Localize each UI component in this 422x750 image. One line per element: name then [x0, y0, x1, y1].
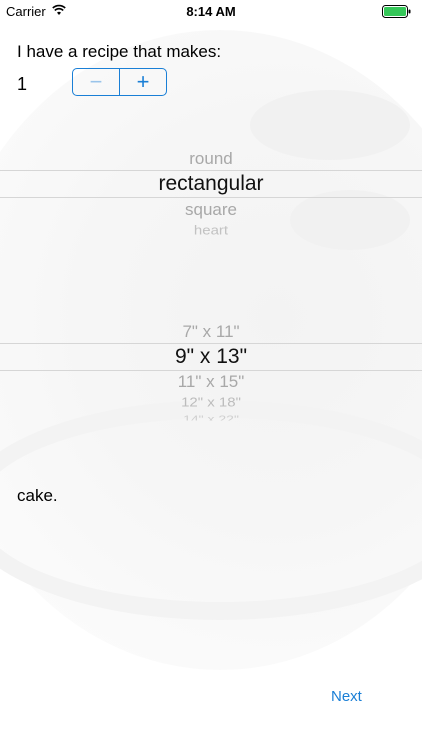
- screen: Carrier 8:14 AM I have a recipe that mak…: [0, 0, 422, 750]
- size-option-selected[interactable]: 9" x 13": [0, 345, 422, 369]
- battery-icon: [382, 5, 411, 18]
- decrement-button[interactable]: −: [73, 69, 119, 95]
- picker-selection-line: [0, 370, 422, 371]
- recipe-count: 1: [17, 74, 28, 94]
- picker-selection-line: [0, 197, 422, 198]
- picker-selection-line: [0, 170, 422, 171]
- shape-option-selected[interactable]: rectangular: [0, 172, 422, 196]
- size-option[interactable]: 14" x 22": [0, 414, 422, 421]
- status-time: 8:14 AM: [186, 4, 236, 19]
- size-option[interactable]: 12" x 18": [0, 395, 422, 409]
- quantity-stepper[interactable]: − +: [72, 68, 167, 96]
- recipe-prompt: I have a recipe that makes:: [17, 42, 222, 61]
- shape-option[interactable]: round: [0, 149, 422, 169]
- picker-selection-line: [0, 343, 422, 344]
- status-bar: Carrier 8:14 AM: [0, 0, 422, 24]
- size-option[interactable]: 7" x 11": [0, 322, 422, 342]
- shape-option[interactable]: heart: [0, 223, 422, 237]
- size-option[interactable]: 11" x 15": [0, 372, 422, 392]
- cake-frosting-border: [0, 400, 422, 620]
- increment-button[interactable]: +: [120, 69, 166, 95]
- shape-option[interactable]: square: [0, 200, 422, 220]
- next-button[interactable]: Next: [331, 688, 362, 705]
- cake-suffix-label: cake.: [17, 486, 58, 505]
- cake-decoration: [290, 190, 410, 250]
